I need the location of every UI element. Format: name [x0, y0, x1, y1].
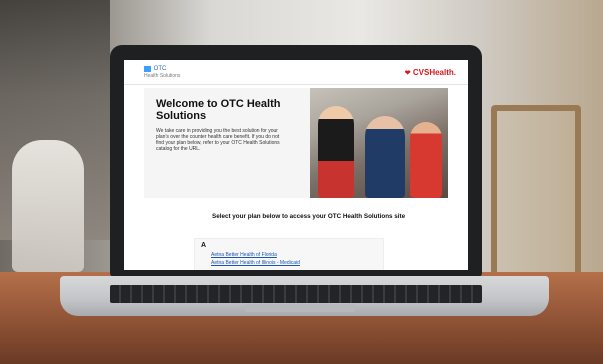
photo-person-right	[410, 122, 442, 198]
cvs-health-logo[interactable]: ❤ CVSHealth.	[405, 68, 456, 77]
page-title: Welcome to OTC Health Solutions	[156, 98, 281, 122]
hero-description: We take care in providing you the best s…	[156, 128, 280, 152]
hero-photo	[310, 88, 448, 198]
laptop-screen: OTC Health Solutions ❤ CVSHealth. Welcom…	[124, 60, 468, 270]
otc-logo-mark-icon	[144, 66, 151, 72]
laptop-photo-scene: OTC Health Solutions ❤ CVSHealth. Welcom…	[0, 0, 603, 364]
plan-list: A Aetna Better Health of Florida Aetna B…	[194, 238, 384, 270]
section-letter: A	[201, 242, 207, 249]
photo-person-middle	[365, 116, 405, 198]
otc-logo-sub-text: Health Solutions	[144, 73, 181, 79]
plan-link-aetna-florida[interactable]: Aetna Better Health of Florida	[211, 252, 277, 258]
plan-selection-heading: Select your plan below to access your OT…	[212, 213, 406, 220]
background-person	[12, 140, 84, 272]
otc-logo[interactable]: OTC Health Solutions	[144, 66, 180, 80]
background-chair	[491, 105, 581, 287]
heart-icon: ❤	[404, 70, 411, 77]
laptop-keyboard	[110, 285, 482, 303]
site-header: OTC Health Solutions ❤ CVSHealth.	[124, 60, 468, 85]
otc-logo-main-text: OTC	[153, 66, 167, 72]
hero-text-block: Welcome to OTC Health Solutions We take …	[156, 98, 286, 152]
photo-person-left	[318, 106, 354, 198]
plan-link-aetna-illinois-medicaid[interactable]: Aetna Better Health of Illinois - Medica…	[211, 260, 300, 266]
laptop-trackpad	[245, 304, 355, 312]
cvs-health-logo-text: CVSHealth.	[412, 68, 456, 77]
welcome-hero: Welcome to OTC Health Solutions We take …	[144, 88, 448, 198]
